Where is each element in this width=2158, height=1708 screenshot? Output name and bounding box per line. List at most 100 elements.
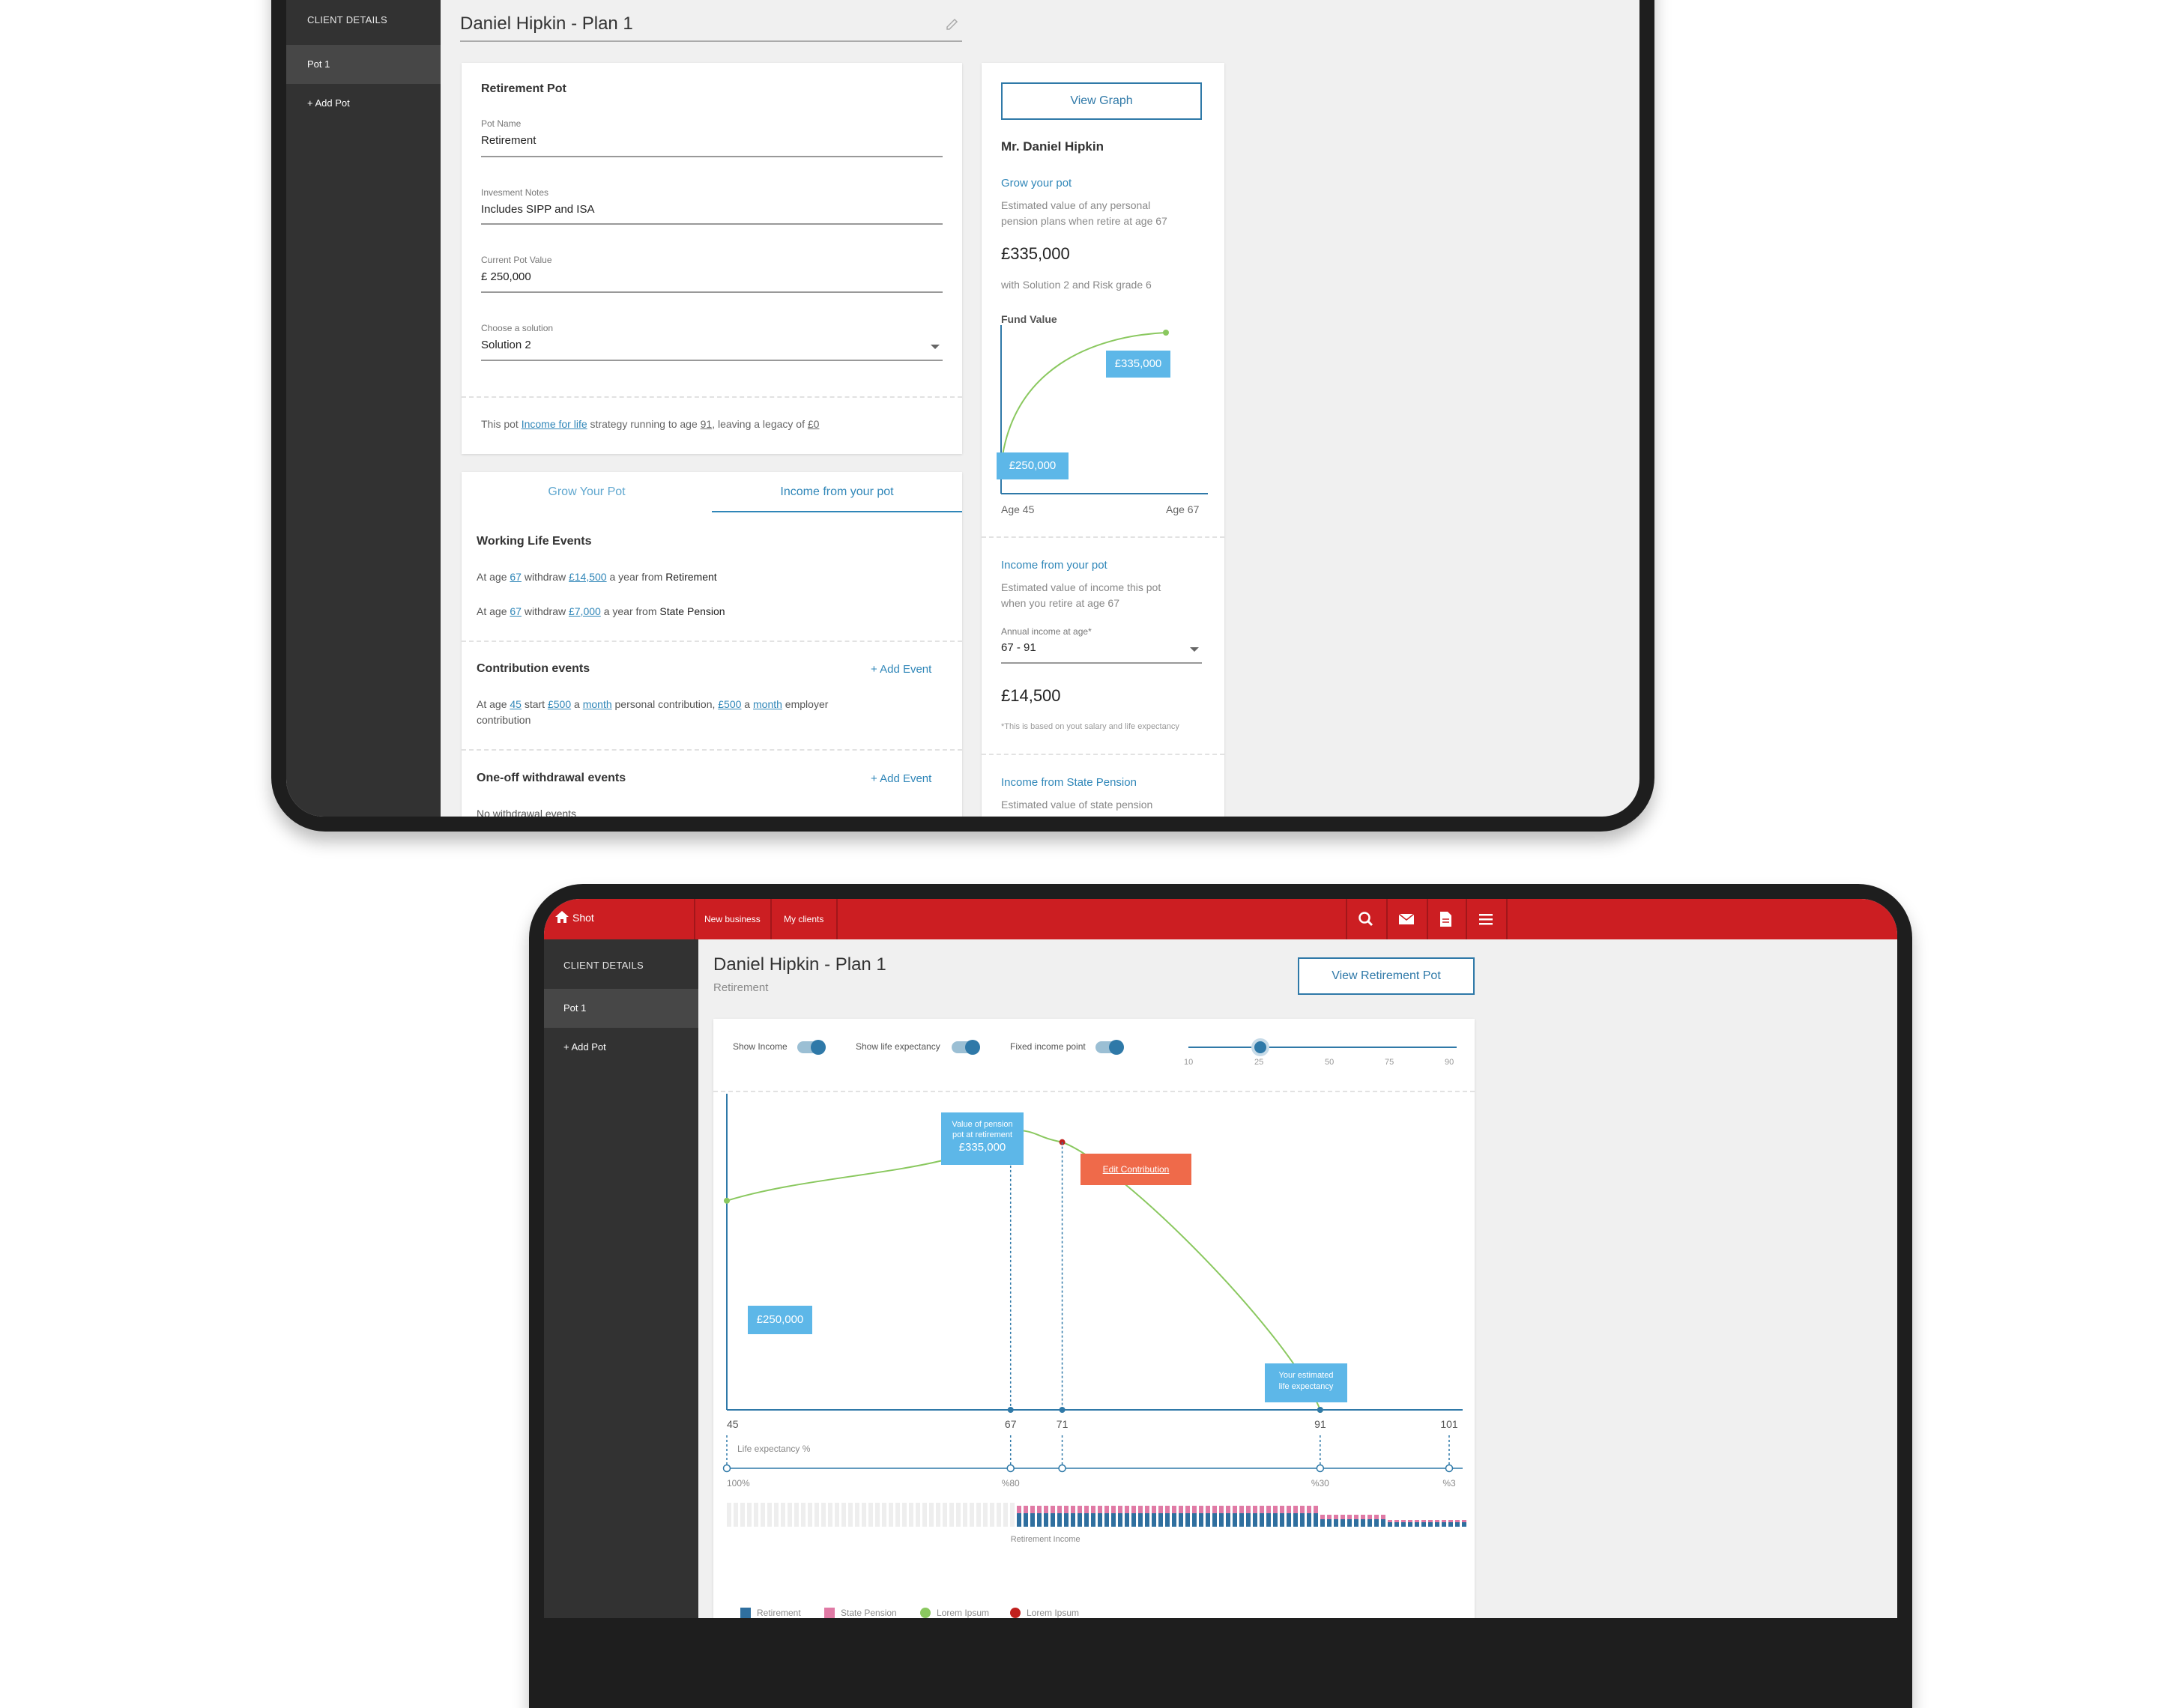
state-pension-bar — [1152, 1506, 1156, 1513]
annual-income-select[interactable]: 67 - 91 — [1001, 641, 1036, 654]
income-bar-placeholder — [781, 1503, 785, 1527]
view-retirement-pot-button[interactable]: View Retirement Pot — [1298, 957, 1475, 995]
x-tick-label: 67 — [1005, 1418, 1017, 1430]
page-subtitle: Retirement — [713, 981, 769, 994]
show-income-toggle[interactable] — [797, 1040, 826, 1055]
tab-grow-your-pot[interactable]: Grow Your Pot — [462, 485, 712, 499]
retirement-bar — [1300, 1513, 1305, 1527]
nav-new-business[interactable]: New business — [704, 914, 761, 924]
retirement-bar — [1212, 1513, 1217, 1527]
mini-end-callout: £335,000 — [1106, 351, 1170, 378]
sidebar-item-add-pot[interactable]: + Add Pot — [544, 1028, 698, 1067]
retirement-bar — [1361, 1519, 1365, 1527]
c-age-link[interactable]: 45 — [510, 698, 522, 710]
state-pension-bar — [1078, 1506, 1082, 1513]
notes-field[interactable]: Includes SIPP and ISA — [481, 203, 595, 216]
w2-amount-link[interactable]: £7,000 — [569, 605, 601, 617]
income-value: £14,500 — [1001, 686, 1061, 705]
income-desc-1: Estimated value of income this pot — [1001, 581, 1161, 593]
income-bar-placeholder — [983, 1503, 988, 1527]
retirement-bar — [1138, 1513, 1143, 1527]
add-oneoff-event-button[interactable]: + Add Event — [871, 772, 931, 785]
retirement-pot-card: Retirement Pot Pot Name Retirement Inves… — [462, 63, 962, 454]
chevron-down-icon[interactable] — [929, 343, 941, 351]
fund-value-label: Fund Value — [1001, 313, 1057, 325]
w1-amount-link[interactable]: £14,500 — [569, 571, 607, 583]
home-icon[interactable] — [554, 909, 569, 924]
sidebar-header: CLIENT DETAILS — [307, 14, 388, 25]
nav-my-clients[interactable]: My clients — [784, 914, 823, 924]
mail-icon[interactable] — [1397, 909, 1416, 929]
current-value-field[interactable]: £ 250,000 — [481, 270, 531, 283]
retirement-bar — [1334, 1519, 1338, 1527]
state-pension-bar — [1327, 1515, 1332, 1519]
edit-pencil-icon[interactable] — [944, 16, 961, 33]
axis-marker — [1059, 1407, 1066, 1413]
sidebar: CLIENT DETAILS Pot 1 + Add Pot — [286, 0, 441, 817]
slider-handle[interactable] — [1254, 1041, 1266, 1053]
w1-source: Retirement — [665, 571, 717, 583]
graph-card: Show Income Show life expectancy Fixed i… — [713, 1019, 1475, 1618]
slider-tick: 10 — [1184, 1058, 1194, 1067]
retirement-bar — [1064, 1513, 1069, 1527]
sidebar-item-pot-1[interactable]: Pot 1 — [286, 45, 441, 84]
c-amount1-link[interactable]: £500 — [548, 698, 571, 710]
grow-desc-1: Estimated value of any personal — [1001, 199, 1151, 211]
divider — [462, 749, 962, 751]
menu-icon[interactable] — [1476, 909, 1496, 929]
pot-name-field[interactable]: Retirement — [481, 134, 536, 147]
view-graph-button[interactable]: View Graph — [1001, 82, 1202, 120]
solution-select[interactable]: Solution 2 — [481, 339, 531, 351]
slider-tick: 25 — [1254, 1058, 1264, 1067]
c-t5: a — [741, 698, 753, 710]
edit-contribution-button[interactable]: Edit Contribution — [1080, 1154, 1191, 1185]
retirement-bar — [1401, 1522, 1406, 1527]
retirement-bar — [1125, 1513, 1129, 1527]
state-pension-bar — [1266, 1506, 1271, 1513]
search-icon[interactable] — [1356, 909, 1376, 929]
retirement-bar — [1246, 1513, 1251, 1527]
income-for-life-link[interactable]: Income for life — [522, 418, 587, 430]
state-pension-bar — [1415, 1520, 1419, 1522]
summary-legacy[interactable]: £0 — [808, 418, 820, 430]
state-pension-bar — [1341, 1515, 1345, 1519]
life-expectancy-toggle[interactable] — [952, 1040, 980, 1055]
state-pension-bar — [1314, 1506, 1318, 1513]
contribution-line-2: contribution — [477, 714, 531, 726]
life-marker — [1316, 1464, 1325, 1473]
retirement-bar — [1030, 1513, 1035, 1527]
income-footnote: *This is based on yout salary and life e… — [1001, 722, 1179, 731]
income-bar-placeholder — [828, 1503, 832, 1527]
notes-label: Invesment Notes — [481, 187, 549, 198]
chevron-down-icon[interactable] — [1188, 646, 1200, 653]
slider-track[interactable] — [1188, 1047, 1457, 1048]
sidebar-item-add-pot[interactable]: + Add Pot — [286, 84, 441, 123]
document-icon[interactable] — [1436, 909, 1455, 929]
client-name: Mr. Daniel Hipkin — [1001, 139, 1104, 154]
brand-name[interactable]: Shot — [572, 912, 594, 924]
legend-lorem-1: Lorem Ipsum — [937, 1608, 990, 1618]
life-value-label: %3 — [1442, 1478, 1456, 1489]
legend-swatch-state-pension — [824, 1608, 835, 1618]
c-t2: start — [521, 698, 548, 710]
w2-age-link[interactable]: 67 — [510, 605, 522, 617]
sidebar-item-pot-1[interactable]: Pot 1 — [544, 989, 698, 1028]
add-contribution-event-button[interactable]: + Add Event — [871, 663, 931, 676]
retirement-bar — [1307, 1513, 1311, 1527]
life-marker — [1445, 1464, 1454, 1473]
tab-income-from-your-pot[interactable]: Income from your pot — [712, 485, 962, 499]
retirement-bar — [1354, 1519, 1358, 1527]
solution-underline — [481, 360, 943, 361]
legend-lorem-2: Lorem Ipsum — [1027, 1608, 1080, 1618]
legend-swatch-lorem-2 — [1010, 1608, 1021, 1618]
c-period2-link[interactable]: month — [753, 698, 782, 710]
state-pension-bar — [1192, 1506, 1197, 1513]
state-pension-bar — [1448, 1520, 1453, 1522]
w1-age-link[interactable]: 67 — [510, 571, 522, 583]
income-bar-placeholder — [808, 1503, 812, 1527]
fixed-income-toggle[interactable] — [1095, 1040, 1124, 1055]
income-desc-2: when you retire at age 67 — [1001, 597, 1119, 609]
c-period1-link[interactable]: month — [583, 698, 612, 710]
summary-age[interactable]: 91 — [701, 418, 713, 430]
c-amount2-link[interactable]: £500 — [718, 698, 741, 710]
